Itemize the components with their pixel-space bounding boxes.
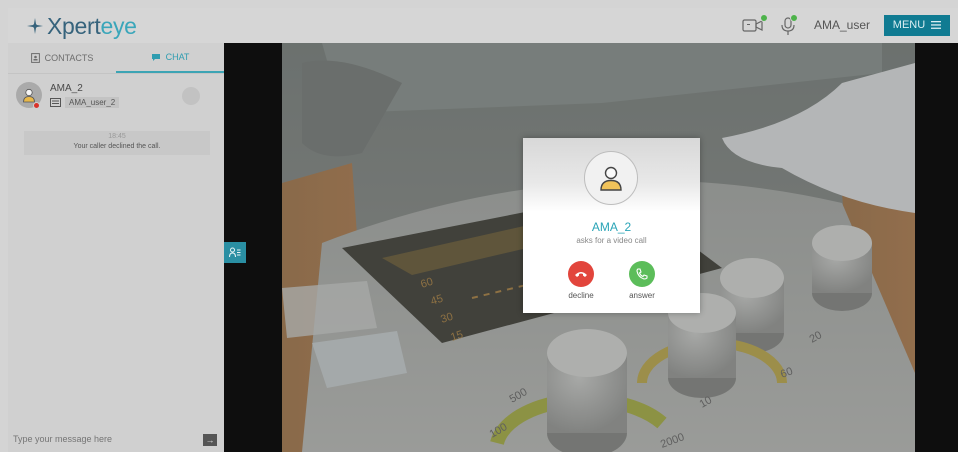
current-username: AMA_user [813, 18, 870, 32]
chat-notice: 18:45 Your caller declined the call. [24, 131, 210, 155]
answer-label: answer [629, 291, 655, 300]
contact-avatar [16, 82, 42, 109]
phone-icon [636, 268, 648, 280]
logo-text-prefix: Xpert [47, 12, 101, 39]
sidebar: CONTACTS CHAT AMA_2 AMA_user_2 18:45 You… [8, 43, 224, 452]
tab-chat[interactable]: CHAT [116, 43, 224, 73]
arrow-right-icon: → [205, 435, 215, 445]
sidebar-toggle-button[interactable] [224, 242, 246, 263]
notice-text: Your caller declined the call. [73, 143, 161, 150]
answer-button[interactable]: answer [617, 261, 667, 300]
mic-status-dot [789, 14, 798, 22]
caller-name: AMA_2 [591, 220, 632, 234]
tab-contacts-label: CONTACTS [44, 53, 94, 63]
top-bar: Xpert eye AMA_user MENU [8, 8, 958, 43]
logo-star-icon [27, 18, 43, 34]
decline-label: decline [568, 291, 594, 300]
camera-status-dot [759, 14, 768, 22]
user-list-icon [229, 247, 241, 258]
sidebar-tabs: CONTACTS CHAT [8, 43, 224, 74]
tab-chat-label: CHAT [165, 52, 190, 62]
notice-time: 18:45 [108, 133, 126, 140]
contact-device-badge: AMA_user_2 [65, 96, 120, 108]
hamburger-icon [931, 21, 942, 29]
message-bar: → [8, 426, 224, 452]
menu-label: MENU [892, 19, 926, 31]
tab-contacts[interactable]: CONTACTS [8, 43, 116, 73]
decline-circle[interactable] [568, 261, 594, 287]
contact-status-dot [33, 102, 40, 109]
contact-call-button[interactable] [182, 87, 200, 105]
send-button[interactable]: → [203, 434, 217, 446]
hang-up-phone-icon [575, 272, 587, 277]
call-request-text: asks for a video call [576, 236, 647, 245]
contacts-icon [30, 53, 40, 63]
user-avatar-icon [23, 88, 35, 103]
xperteye-logo[interactable]: Xpert eye [26, 11, 137, 41]
keyboard-device-icon [50, 97, 61, 107]
incoming-call-dialog: AMA_2 asks for a video call decline answ… [523, 138, 700, 313]
answer-circle[interactable] [629, 261, 655, 287]
message-input[interactable] [13, 434, 183, 444]
contact-name: AMA_2 [50, 82, 83, 94]
decline-button[interactable]: decline [556, 261, 606, 300]
logo-text-suffix: eye [100, 12, 137, 39]
camera-toggle[interactable] [742, 14, 768, 36]
caller-avatar [584, 151, 638, 205]
chat-bubble-icon [151, 53, 160, 61]
user-avatar-icon [600, 166, 622, 191]
menu-button[interactable]: MENU [884, 14, 950, 36]
mic-toggle[interactable] [776, 14, 802, 36]
contact-item[interactable]: AMA_2 AMA_user_2 [8, 74, 224, 116]
